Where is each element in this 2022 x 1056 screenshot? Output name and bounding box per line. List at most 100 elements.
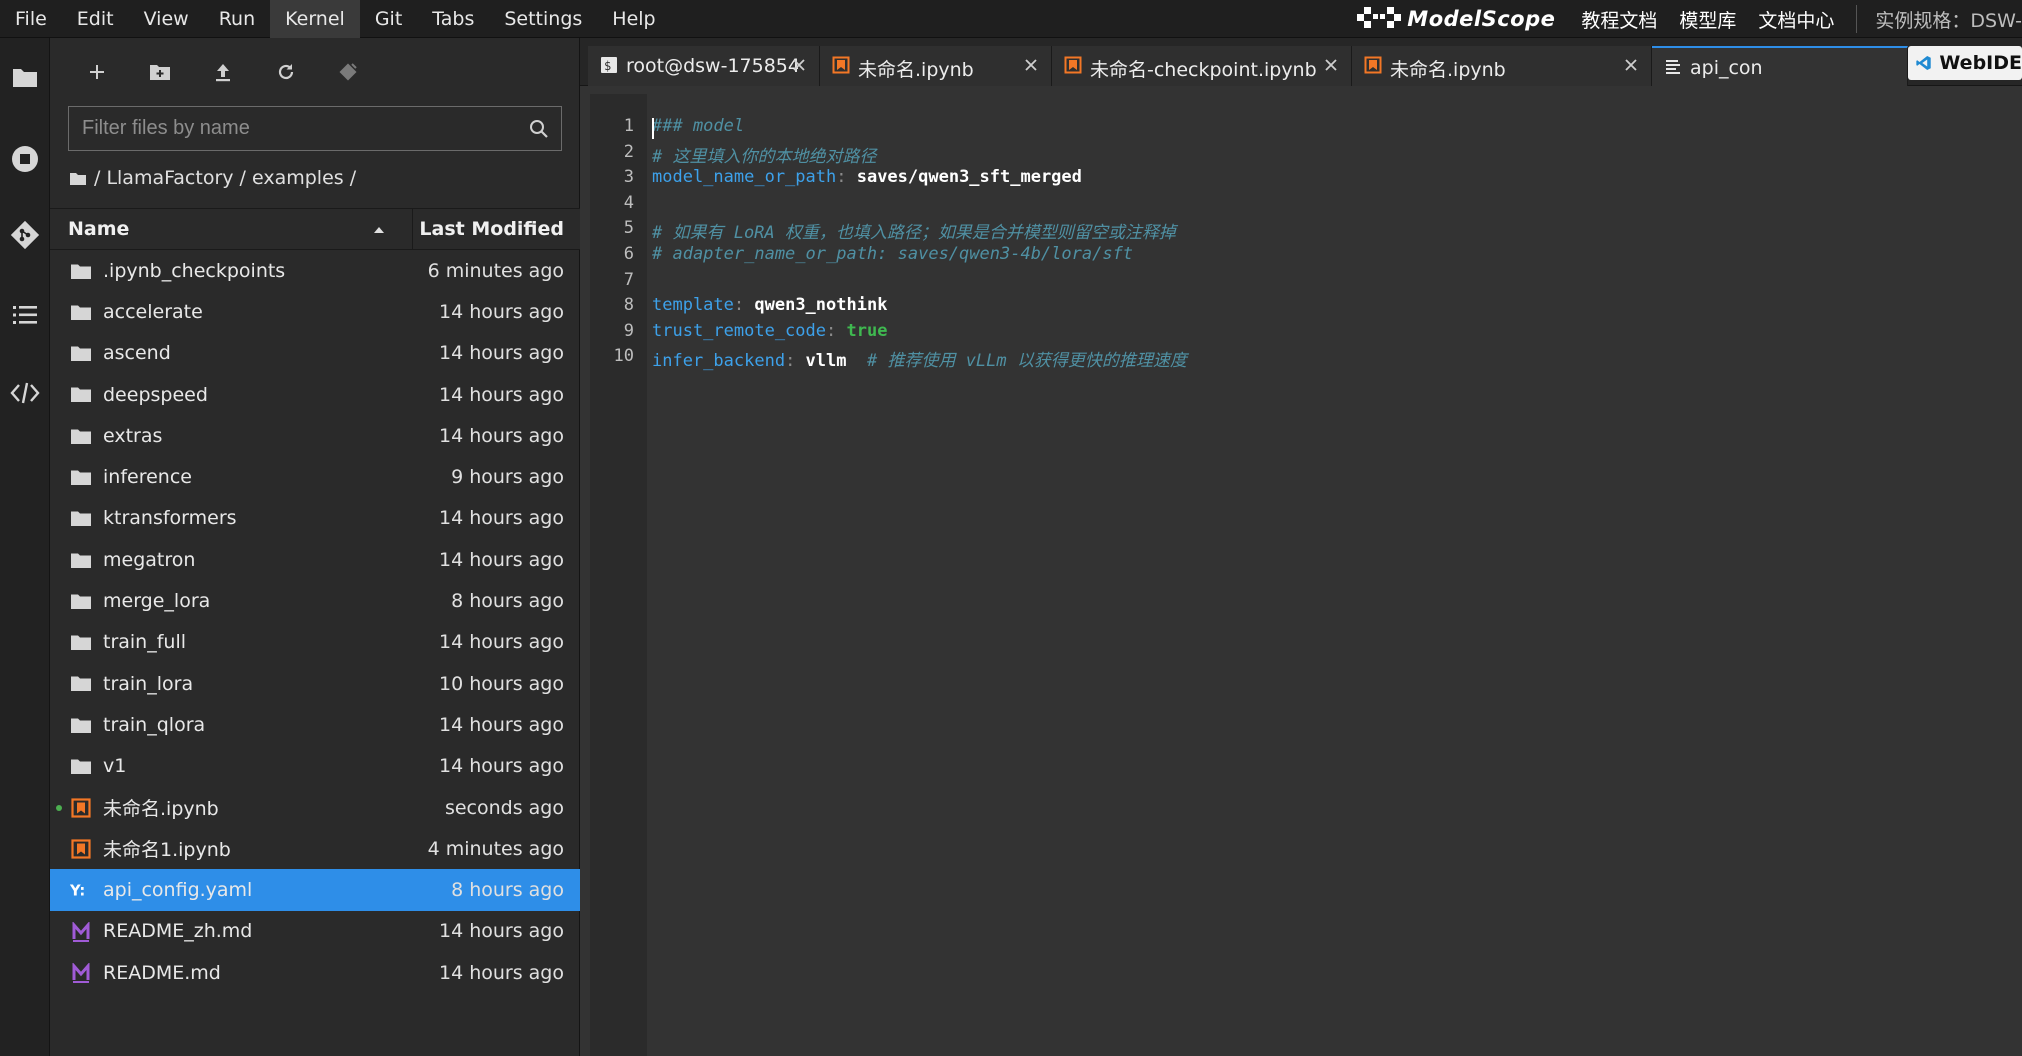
file-row[interactable]: README_zh.md 14 hours ago [50, 911, 580, 952]
menu-kernel[interactable]: Kernel [270, 0, 360, 38]
code-line[interactable]: 2 # 这里填入你的本地绝对路径 [590, 142, 2022, 168]
close-icon[interactable] [1023, 57, 1039, 73]
line-number: 8 [623, 295, 634, 316]
file-name: extras [103, 424, 163, 447]
sort-ascending-icon[interactable] [372, 223, 386, 237]
file-row[interactable]: megatron 14 hours ago [50, 539, 580, 580]
tab-notebook-checkpoint[interactable]: 未命名-checkpoint.ipynb [1052, 46, 1352, 86]
code-token: : [836, 167, 857, 188]
running-kernels-icon[interactable] [0, 134, 50, 184]
new-launcher-icon[interactable] [79, 54, 115, 90]
home-folder-icon[interactable] [70, 172, 86, 185]
menu-view[interactable]: View [129, 0, 204, 38]
close-icon[interactable] [791, 57, 807, 73]
tab-notebook-1-label: 未命名.ipynb [858, 59, 974, 81]
tab-api-config[interactable]: api_con [1652, 46, 1908, 86]
column-modified-header[interactable]: Last Modified [419, 209, 564, 249]
code-line[interactable]: 7 [590, 270, 2022, 296]
line-number: 7 [623, 269, 634, 290]
file-name: train_lora [103, 672, 194, 695]
code-token: : [733, 295, 755, 316]
file-row[interactable]: .ipynb_checkpoints 6 minutes ago [50, 250, 580, 291]
code-token: : [826, 320, 847, 341]
folder-icon [70, 508, 92, 530]
menu-tabs[interactable]: Tabs [417, 0, 489, 38]
column-divider[interactable] [412, 209, 413, 249]
file-name: v1 [103, 755, 127, 778]
git-icon[interactable] [0, 210, 50, 260]
file-row[interactable]: extras 14 hours ago [50, 415, 580, 456]
menu-git[interactable]: Git [360, 0, 417, 38]
menu-run[interactable]: Run [204, 0, 270, 38]
breadcrumb-path[interactable]: / LlamaFactory / examples / [94, 167, 356, 189]
tab-notebook-2[interactable]: 未命名.ipynb [1352, 46, 1652, 86]
file-row[interactable]: train_qlora 14 hours ago [50, 704, 580, 745]
webide-button[interactable]: WebIDE [1908, 46, 2022, 80]
new-folder-icon[interactable] [142, 54, 178, 90]
close-icon[interactable] [1323, 57, 1339, 73]
refresh-icon[interactable] [268, 54, 304, 90]
file-browser-toolbar [50, 38, 580, 106]
file-row[interactable]: 未命名1.ipynb 4 minutes ago [50, 828, 580, 869]
modelscope-logo[interactable]: ModelScope [1357, 6, 1555, 32]
code-line[interactable]: 1 ### model [590, 116, 2022, 142]
folder-icon [70, 756, 92, 778]
code-line[interactable]: 4 [590, 193, 2022, 219]
git-clone-icon[interactable] [330, 54, 366, 90]
file-name: .ipynb_checkpoints [103, 259, 286, 282]
code-line[interactable]: 9 trust_remote_code: true [590, 321, 2022, 347]
modelscope-logo-icon [1357, 7, 1402, 28]
main-area: $ root@dsw-1758542-d59c 未命名.ipynb 未命名-ch… [580, 38, 2022, 1056]
file-filter-input[interactable] [69, 107, 509, 150]
file-row[interactable]: v1 14 hours ago [50, 746, 580, 787]
menu-settings[interactable]: Settings [489, 0, 597, 38]
model-library-link[interactable]: 模型库 [1679, 6, 1736, 33]
file-row[interactable]: ktransformers 14 hours ago [50, 498, 580, 539]
folder-icon[interactable] [0, 52, 50, 102]
folder-icon [70, 714, 92, 736]
table-of-contents-icon[interactable] [0, 290, 50, 340]
file-row[interactable]: ascend 14 hours ago [50, 333, 580, 374]
file-modified: 14 hours ago [438, 961, 564, 984]
code-line[interactable]: 6 # adapter_name_or_path: saves/qwen3-4b/… [590, 244, 2022, 270]
file-row[interactable]: deepspeed 14 hours ago [50, 374, 580, 415]
code-text: infer_backend: vllm # 推荐使用 vLLm 以获得更快的推理… [652, 346, 1187, 371]
tutorial-docs-link[interactable]: 教程文档 [1581, 6, 1657, 33]
breadcrumb: / LlamaFactory / examples / [70, 163, 356, 193]
code-extension-icon[interactable] [0, 368, 50, 418]
code-text: # 如果有 LoRA 权重，也填入路径；如果是合并模型则留空或注释掉 [652, 218, 1176, 243]
file-row[interactable]: Y: api_config.yaml 8 hours ago [50, 869, 580, 911]
svg-text:$: $ [604, 59, 611, 73]
file-name: accelerate [103, 300, 203, 323]
doc-center-link[interactable]: 文档中心 [1758, 6, 1834, 33]
code-line[interactable]: 10 infer_backend: vllm # 推荐使用 vLLm 以获得更快的… [590, 346, 2022, 372]
tab-notebook-1[interactable]: 未命名.ipynb [820, 46, 1052, 86]
file-row[interactable]: train_lora 10 hours ago [50, 663, 580, 704]
code-text: trust_remote_code: true [652, 321, 887, 341]
line-number: 5 [623, 218, 634, 239]
file-row[interactable]: train_full 14 hours ago [50, 622, 580, 663]
folder-icon [70, 425, 92, 447]
code-line[interactable]: 5 # 如果有 LoRA 权重，也填入路径；如果是合并模型则留空或注释掉 [590, 218, 2022, 244]
file-name: merge_lora [103, 590, 211, 613]
file-modified: 14 hours ago [438, 424, 564, 447]
search-icon[interactable] [525, 115, 553, 143]
file-row[interactable]: 未命名.ipynb seconds ago [50, 787, 580, 828]
code-line[interactable]: 3 model_name_or_path: saves/qwen3_sft_mer… [590, 167, 2022, 193]
column-name-header[interactable]: Name [68, 209, 129, 249]
instance-spec: 实例规格：DSW- [1875, 9, 2022, 32]
file-modified: 10 hours ago [438, 672, 564, 695]
menu-edit[interactable]: Edit [62, 0, 129, 38]
code-line[interactable]: 8 template: qwen3_nothink [590, 295, 2022, 321]
file-row[interactable]: merge_lora 8 hours ago [50, 580, 580, 621]
menu-help[interactable]: Help [597, 0, 670, 38]
close-icon[interactable] [1623, 57, 1639, 73]
tab-terminal[interactable]: $ root@dsw-1758542-d59c [588, 46, 820, 86]
code-editor[interactable]: 1 ### model 2 # 这里填入你的本地绝对路径 3 model_name_or_… [590, 94, 2022, 1056]
file-modified: 14 hours ago [438, 548, 564, 571]
file-row[interactable]: accelerate 14 hours ago [50, 291, 580, 332]
menu-file[interactable]: File [0, 0, 62, 38]
file-row[interactable]: README.md 14 hours ago [50, 952, 580, 993]
file-row[interactable]: inference 9 hours ago [50, 456, 580, 497]
upload-icon[interactable] [205, 54, 241, 90]
